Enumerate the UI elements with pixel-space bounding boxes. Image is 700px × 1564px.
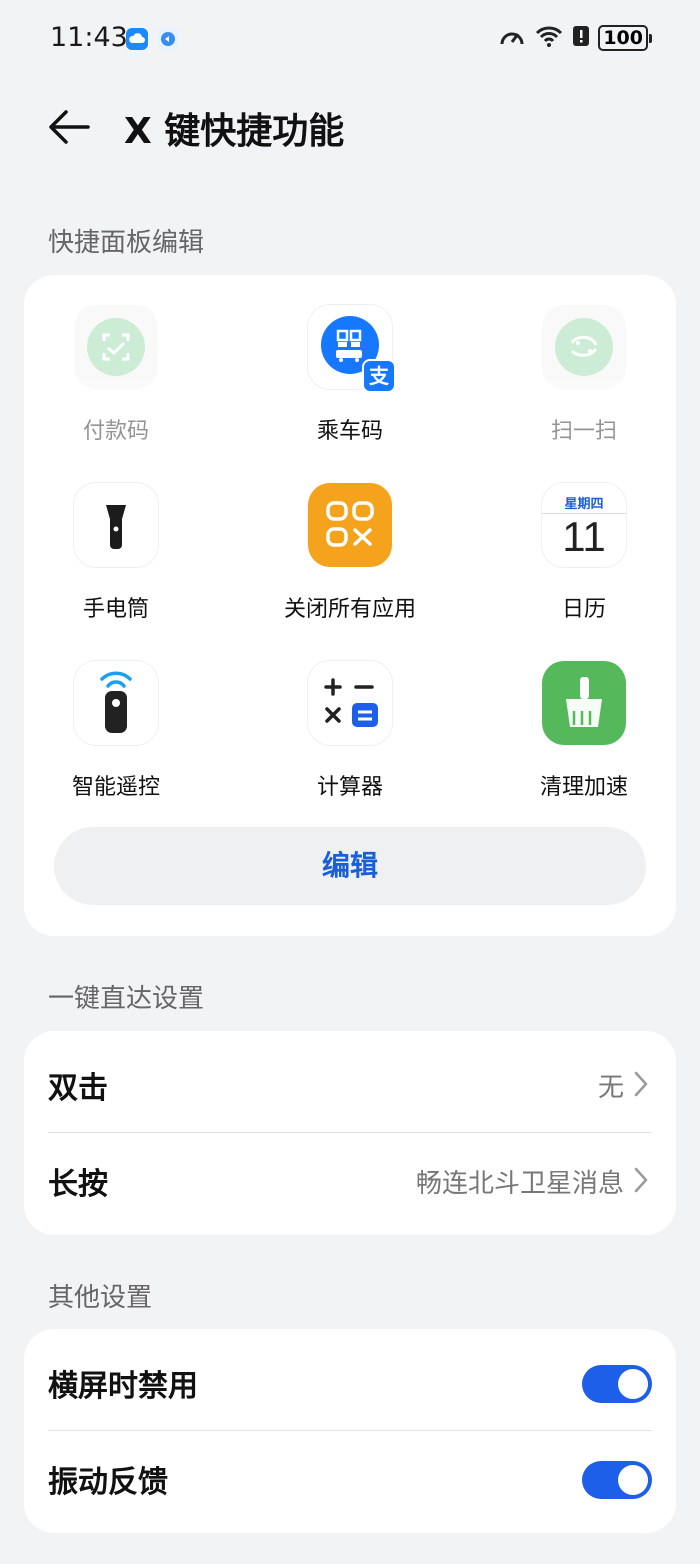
app-notification-icon bbox=[157, 28, 179, 50]
toggle-knob bbox=[618, 1369, 648, 1399]
alert-icon bbox=[572, 24, 590, 52]
shortcut-calculator[interactable]: 计算器 bbox=[280, 635, 420, 811]
remote-control-icon bbox=[74, 661, 158, 745]
setting-value: 畅连北斗卫星消息 bbox=[415, 1169, 624, 1199]
close-all-apps-icon bbox=[308, 483, 392, 567]
back-arrow-icon[interactable] bbox=[46, 106, 92, 148]
battery-indicator: 100 bbox=[598, 25, 652, 51]
bus-code-icon: 支 bbox=[308, 305, 396, 393]
setting-value: 无 bbox=[597, 1073, 624, 1103]
cloud-notification-icon bbox=[126, 28, 148, 50]
calendar-icon: 星期四 11 bbox=[542, 483, 626, 567]
shortcut-label: 付款码 bbox=[82, 419, 149, 444]
alipay-badge: 支 bbox=[362, 359, 396, 393]
chevron-right-icon bbox=[634, 1071, 648, 1097]
shortcut-calendar[interactable]: 星期四 11 日历 bbox=[514, 457, 654, 633]
page-header: X 键快捷功能 bbox=[0, 96, 700, 160]
calculator-icon bbox=[308, 661, 392, 745]
shortcut-payment-code[interactable]: 付款码 bbox=[46, 279, 186, 455]
shortcut-flashlight[interactable]: 手电筒 bbox=[46, 457, 186, 633]
shortcut-panel-card: 付款码 支 乘车码 扫一扫 手电筒 关闭所有应用 星期四 11 日历 智能遥控 … bbox=[24, 275, 676, 936]
shortcut-label: 乘车码 bbox=[316, 419, 383, 444]
disable-landscape-toggle[interactable] bbox=[582, 1365, 652, 1403]
speed-meter-icon bbox=[498, 24, 526, 52]
wifi-icon bbox=[534, 24, 564, 52]
status-bar: 11:43 100 bbox=[0, 0, 700, 80]
setting-row-long-press[interactable]: 长按 畅连北斗卫星消息 bbox=[24, 1133, 676, 1229]
cleanup-icon bbox=[542, 661, 626, 745]
setting-row-vibration-feedback: 振动反馈 bbox=[24, 1431, 676, 1527]
toggle-knob bbox=[618, 1465, 648, 1495]
shortcut-label: 清理加速 bbox=[539, 775, 628, 800]
shortcut-remote-control[interactable]: 智能遥控 bbox=[46, 635, 186, 811]
payment-code-icon bbox=[74, 305, 158, 389]
shortcut-cleanup[interactable]: 清理加速 bbox=[514, 635, 654, 811]
shortcut-label: 手电筒 bbox=[82, 597, 149, 622]
setting-label: 横屏时禁用 bbox=[48, 1369, 198, 1404]
section-title-shortcut-panel: 快捷面板编辑 bbox=[48, 228, 205, 258]
chevron-right-icon bbox=[634, 1167, 648, 1193]
flashlight-icon bbox=[74, 483, 158, 567]
page-title: X 键快捷功能 bbox=[124, 111, 345, 152]
calendar-day: 11 bbox=[562, 513, 606, 560]
scan-icon bbox=[542, 305, 626, 389]
shortcut-bus-code[interactable]: 支 乘车码 bbox=[280, 279, 420, 455]
setting-label: 长按 bbox=[48, 1167, 108, 1202]
setting-row-double-click[interactable]: 双击 无 bbox=[24, 1037, 676, 1133]
calendar-weekday: 星期四 bbox=[564, 497, 604, 512]
shortcut-label: 日历 bbox=[561, 597, 606, 622]
vibration-feedback-toggle[interactable] bbox=[582, 1461, 652, 1499]
direct-access-card: 双击 无 长按 畅连北斗卫星消息 bbox=[24, 1031, 676, 1235]
setting-label: 振动反馈 bbox=[48, 1465, 168, 1500]
section-title-direct-access: 一键直达设置 bbox=[48, 984, 205, 1014]
status-time: 11:43 bbox=[50, 22, 128, 53]
shortcut-label: 扫一扫 bbox=[550, 419, 617, 444]
setting-label: 双击 bbox=[48, 1071, 108, 1106]
shortcut-label: 计算器 bbox=[316, 775, 383, 800]
shortcut-label: 智能遥控 bbox=[71, 775, 160, 800]
shortcut-scan[interactable]: 扫一扫 bbox=[514, 279, 654, 455]
edit-button[interactable]: 编辑 bbox=[54, 827, 646, 905]
setting-row-disable-landscape: 横屏时禁用 bbox=[24, 1335, 676, 1431]
shortcut-label: 关闭所有应用 bbox=[283, 597, 416, 622]
shortcut-close-all-apps[interactable]: 关闭所有应用 bbox=[280, 457, 420, 633]
section-title-other-settings: 其他设置 bbox=[48, 1283, 153, 1313]
other-settings-card: 横屏时禁用 振动反馈 bbox=[24, 1329, 676, 1533]
